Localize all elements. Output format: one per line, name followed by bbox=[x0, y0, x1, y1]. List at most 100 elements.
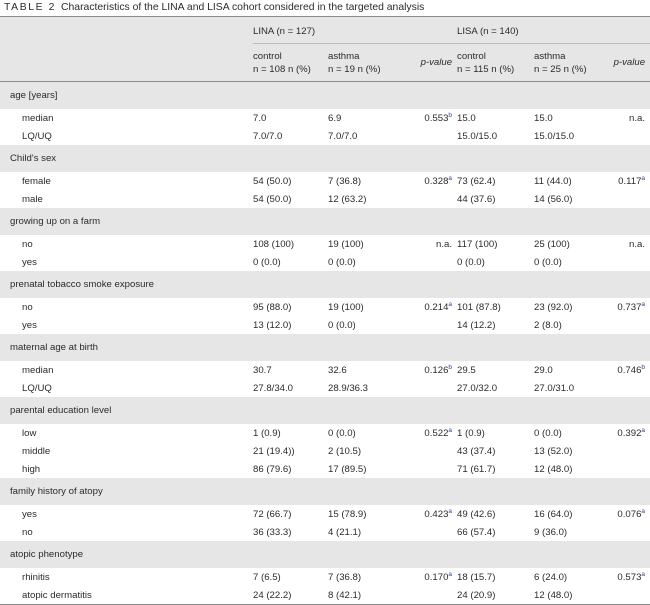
column-header: asthma n = 25 n (%) bbox=[534, 43, 605, 82]
lina-asthma-cell: 0 (0.0) bbox=[328, 256, 356, 268]
lina-pvalue-cell: 0.522a bbox=[424, 426, 453, 439]
row-label: median bbox=[22, 112, 54, 124]
section-header-row: growing up on a farm bbox=[0, 208, 650, 235]
lina-control-cell: 0 (0.0) bbox=[253, 256, 281, 268]
table-row: low 1 (0.9) 0 (0.0) 0.522a 1 (0.9) 0 (0.0) 0.3… bbox=[0, 424, 650, 442]
footnote-marker: a bbox=[448, 300, 453, 308]
row-label: atopic dermatitis bbox=[0, 586, 253, 605]
lina-pvalue-cell: 0.553b bbox=[424, 111, 453, 124]
lisa-control-cell: 18 (15.7) bbox=[457, 571, 496, 583]
lina-pvalue-cell bbox=[397, 523, 457, 541]
table-row: no 95 (88.0) 19 (100) 0.214a 101 (87.8) 23 (9… bbox=[0, 298, 650, 316]
section-header-row: atopic phenotype bbox=[0, 541, 650, 568]
lina-asthma-cell: 19 (100) bbox=[328, 301, 364, 313]
lisa-asthma-cell: 15.0/15.0 bbox=[534, 130, 575, 142]
lisa-asthma-cell: 23 (92.0) bbox=[534, 301, 573, 313]
section-header-row: maternal age at birth bbox=[0, 334, 650, 361]
row-label: no bbox=[22, 526, 33, 538]
row-label: rhinitis bbox=[22, 571, 50, 583]
lina-control-cell: 27.8/34.0 bbox=[253, 382, 294, 394]
lisa-pvalue-cell bbox=[604, 127, 650, 145]
table-container: LINA (n = 127) LISA (n = 140) control n =… bbox=[0, 16, 650, 605]
footnote-marker: a bbox=[641, 174, 646, 182]
lisa-control-cell: 66 (57.4) bbox=[457, 526, 496, 538]
lisa-control-cell: 43 (37.4) bbox=[457, 445, 496, 457]
table-row: no 36 (33.3) 4 (21.1) 66 (57.4) 9 (36.0) bbox=[0, 523, 650, 541]
section-title: growing up on a farm bbox=[0, 208, 650, 235]
table-row: rhinitis 7 (6.5) 7 (36.8) 0.170a 18 (15.7) 6 … bbox=[0, 568, 650, 586]
lina-control-cell: 54 (50.0) bbox=[253, 193, 292, 205]
lina-asthma-cell: 19 (100) bbox=[328, 238, 364, 250]
section-header-row: family history of atopy bbox=[0, 478, 650, 505]
lisa-control-cell: 117 (100) bbox=[457, 238, 498, 250]
header-empty-cell bbox=[0, 16, 253, 44]
lina-pvalue-cell bbox=[397, 442, 457, 460]
lisa-pvalue-cell bbox=[604, 316, 650, 334]
lisa-asthma-cell: 25 (100) bbox=[534, 238, 570, 250]
section-title: prenatal tobacco smoke exposure bbox=[0, 271, 650, 298]
lina-pvalue-cell: 0.170a bbox=[424, 570, 453, 583]
table-row: yes 0 (0.0) 0 (0.0) 0 (0.0) 0 (0.0) bbox=[0, 253, 650, 271]
lisa-control-cell: 14 (12.2) bbox=[457, 319, 496, 331]
lisa-asthma-cell: 2 (8.0) bbox=[534, 319, 562, 331]
lina-pvalue-cell: 0.423a bbox=[424, 507, 453, 520]
footnote-marker: a bbox=[641, 507, 646, 515]
column-header: p-value bbox=[604, 43, 650, 82]
lina-control-cell: 24 (22.2) bbox=[253, 586, 328, 605]
footnote-marker: a bbox=[641, 426, 646, 434]
lina-control-cell: 108 (100) bbox=[253, 238, 295, 250]
footnote-marker: a bbox=[448, 426, 453, 434]
table-row: yes 72 (66.7) 15 (78.9) 0.423a 49 (42.6) 16 (… bbox=[0, 505, 650, 523]
row-label: LQ/UQ bbox=[22, 382, 52, 394]
lisa-asthma-cell: 15.0 bbox=[534, 112, 553, 124]
table-title: Characteristics of the LINA and LISA coh… bbox=[61, 2, 425, 13]
lisa-pvalue-cell bbox=[604, 586, 650, 605]
lisa-asthma-cell: 29.0 bbox=[534, 364, 553, 376]
lina-control-cell: 21 (19.4)) bbox=[253, 445, 295, 457]
section-header-row: Child's sex bbox=[0, 145, 650, 172]
lina-asthma-cell: 4 (21.1) bbox=[328, 526, 362, 538]
header-empty-cell bbox=[0, 43, 253, 82]
row-label: male bbox=[22, 193, 43, 205]
column-header: p-value bbox=[397, 43, 458, 82]
lina-control-cell: 86 (79.6) bbox=[253, 463, 292, 475]
lisa-pvalue-cell bbox=[604, 442, 650, 460]
row-label: no bbox=[22, 238, 33, 250]
lisa-asthma-cell: 13 (52.0) bbox=[534, 445, 573, 457]
lisa-control-cell: 73 (62.4) bbox=[457, 175, 496, 187]
lisa-pvalue-cell: 0.117a bbox=[618, 174, 646, 187]
footnote-marker: b bbox=[448, 111, 453, 119]
lisa-pvalue-cell: 0.076a bbox=[617, 507, 646, 520]
table-row: LQ/UQ 27.8/34.0 28.9/36.3 27.0/32.0 27.0/31.… bbox=[0, 379, 650, 397]
lina-asthma-cell: 2 (10.5) bbox=[328, 445, 362, 457]
row-label: LQ/UQ bbox=[22, 130, 52, 142]
table-label: TABLE 2 bbox=[4, 2, 57, 13]
lisa-asthma-cell: 16 (64.0) bbox=[534, 508, 573, 520]
lina-control-cell: 1 (0.9) bbox=[253, 427, 281, 439]
section-header-row: age [years] bbox=[0, 81, 650, 109]
lisa-pvalue-cell bbox=[604, 253, 650, 271]
lina-pvalue-cell bbox=[397, 316, 457, 334]
lisa-control-cell: 44 (37.6) bbox=[457, 193, 496, 205]
row-label: low bbox=[22, 427, 37, 439]
lisa-pvalue-cell bbox=[604, 379, 650, 397]
lina-pvalue-cell bbox=[397, 460, 457, 478]
lisa-control-cell: 15.0 bbox=[457, 112, 476, 124]
lina-asthma-cell: 7 (36.8) bbox=[328, 175, 362, 187]
lina-pvalue-cell bbox=[397, 190, 457, 208]
footnote-marker: a bbox=[448, 174, 453, 182]
lina-asthma-cell: 15 (78.9) bbox=[328, 508, 367, 520]
lisa-control-cell: 27.0/32.0 bbox=[457, 382, 498, 394]
row-label: yes bbox=[22, 319, 37, 331]
lisa-asthma-cell: 6 (24.0) bbox=[534, 571, 568, 583]
characteristics-table: LINA (n = 127) LISA (n = 140) control n =… bbox=[0, 16, 650, 605]
table-row: male 54 (50.0) 12 (63.2) 44 (37.6) 14 (56.0) bbox=[0, 190, 650, 208]
row-label: yes bbox=[22, 508, 37, 520]
lina-asthma-cell: 7 (36.8) bbox=[328, 571, 362, 583]
lina-pvalue-cell bbox=[397, 379, 457, 397]
lisa-asthma-cell: 11 (44.0) bbox=[534, 175, 572, 187]
lina-asthma-cell: 7.0/7.0 bbox=[328, 130, 358, 142]
footnote-marker: b bbox=[641, 363, 646, 371]
lisa-pvalue-cell: 0.573a bbox=[617, 570, 646, 583]
lina-asthma-cell: 0 (0.0) bbox=[328, 427, 356, 439]
